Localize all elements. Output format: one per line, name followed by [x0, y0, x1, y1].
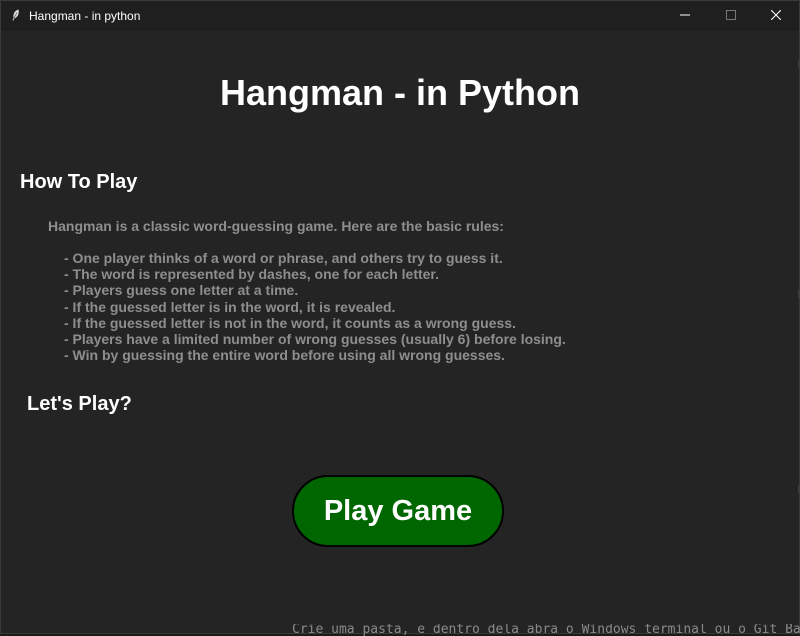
- rule-item: - Players have a limited number of wrong…: [64, 331, 566, 348]
- rules-list: - One player thinks of a word or phrase,…: [64, 250, 566, 363]
- maximize-button[interactable]: [708, 1, 754, 31]
- rule-item: - Win by guessing the entire word before…: [64, 347, 505, 364]
- background-terminal-text: Crie uma pasta, e dentro dela abra o Win…: [292, 624, 800, 636]
- play-game-label: Play Game: [323, 494, 473, 527]
- rule-item: - If the guessed letter is in the word, …: [64, 298, 396, 315]
- window-title: Hangman - in python: [29, 9, 141, 23]
- maximize-icon: [726, 7, 736, 25]
- minimize-button[interactable]: [662, 1, 708, 31]
- page-title: Hangman - in Python: [220, 72, 580, 113]
- rule-item: - One player thinks of a word or phrase,…: [64, 250, 503, 266]
- rule-item: - Players guess one letter at a time.: [64, 282, 299, 299]
- feather-icon: [10, 9, 22, 21]
- rules-intro: Hangman is a classic word-guessing game.…: [48, 218, 504, 234]
- close-icon: [770, 7, 782, 25]
- how-to-play-heading: How To Play: [20, 171, 138, 193]
- close-button[interactable]: [753, 1, 799, 31]
- lets-play-heading: Let's Play?: [27, 393, 132, 415]
- game-menu: Hangman - in Python How To Play Hangman …: [1, 32, 799, 632]
- play-game-button[interactable]: Play Game: [292, 475, 504, 547]
- minimize-icon: [680, 7, 690, 25]
- rule-item: - The word is represented by dashes, one…: [64, 266, 439, 283]
- app-window: Hangman - in python Hangman - in Python …: [0, 0, 800, 634]
- rule-item: - If the guessed letter is not in the wo…: [64, 314, 516, 331]
- title-bar[interactable]: Hangman - in python: [1, 1, 799, 31]
